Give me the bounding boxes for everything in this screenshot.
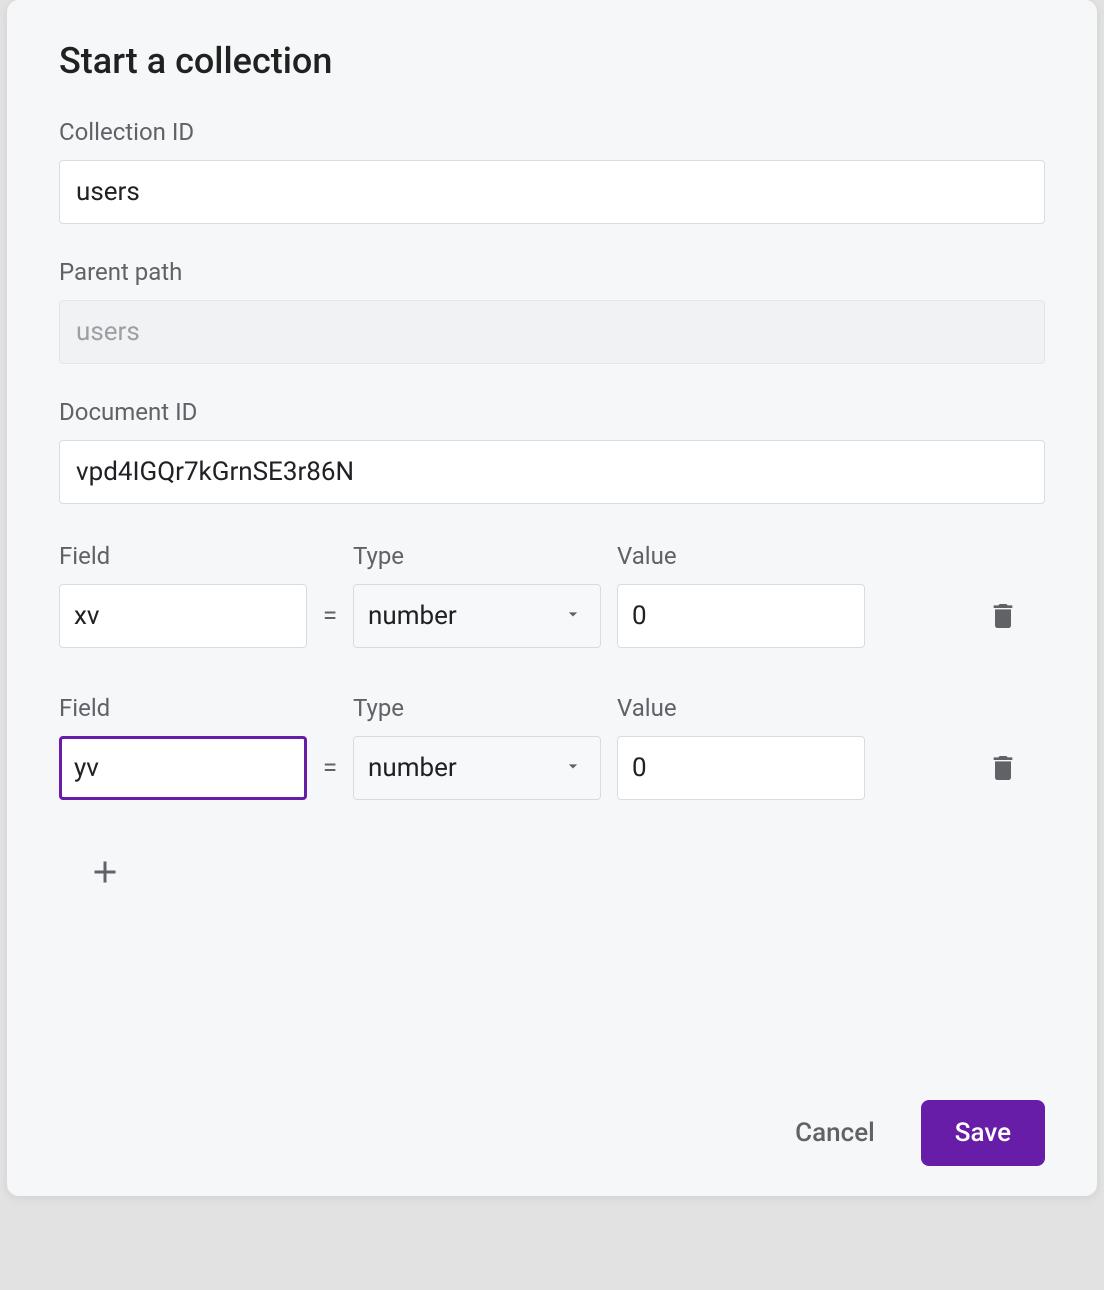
field-block-1: Field Type Value =: [59, 694, 1045, 800]
delete-field-button[interactable]: [979, 592, 1027, 640]
field-type-select[interactable]: [353, 736, 601, 800]
plus-icon: [87, 854, 123, 890]
delete-field-button[interactable]: [979, 744, 1027, 792]
collection-id-input[interactable]: [59, 160, 1045, 224]
equals-sign: =: [307, 753, 353, 783]
parent-path-label: Parent path: [59, 258, 1045, 286]
trash-icon: [987, 752, 1019, 784]
dialog-title: Start a collection: [59, 40, 1045, 82]
field-row: =: [59, 736, 1045, 800]
collection-id-label: Collection ID: [59, 118, 1045, 146]
save-button[interactable]: Save: [921, 1100, 1045, 1166]
field-value-input[interactable]: [617, 736, 865, 800]
add-field-row: [59, 846, 1045, 898]
equals-sign: =: [307, 601, 353, 631]
parent-path-input: [59, 300, 1045, 364]
add-field-button[interactable]: [79, 846, 131, 898]
field-type-select-wrapper: [353, 736, 601, 800]
field-header-value: Value: [617, 694, 865, 722]
field-headers: Field Type Value: [59, 694, 1045, 722]
field-value-input[interactable]: [617, 584, 865, 648]
field-header-type: Type: [353, 694, 601, 722]
dialog-footer: Cancel Save: [59, 1100, 1045, 1166]
field-name-input[interactable]: [59, 736, 307, 800]
parent-path-group: Parent path: [59, 258, 1045, 364]
field-header-field: Field: [59, 694, 307, 722]
field-type-select-wrapper: [353, 584, 601, 648]
trash-icon: [987, 600, 1019, 632]
field-headers: Field Type Value: [59, 542, 1045, 570]
field-header-field: Field: [59, 542, 307, 570]
start-collection-dialog: Start a collection Collection ID Parent …: [7, 0, 1097, 1196]
field-block-0: Field Type Value =: [59, 542, 1045, 648]
document-id-group: Document ID: [59, 398, 1045, 504]
cancel-button[interactable]: Cancel: [787, 1106, 883, 1160]
collection-id-group: Collection ID: [59, 118, 1045, 224]
field-header-value: Value: [617, 542, 865, 570]
field-row: =: [59, 584, 1045, 648]
field-name-input[interactable]: [59, 584, 307, 648]
fields-container: Field Type Value =: [59, 542, 1045, 938]
document-id-label: Document ID: [59, 398, 1045, 426]
field-header-type: Type: [353, 542, 601, 570]
field-type-select[interactable]: [353, 584, 601, 648]
document-id-input[interactable]: [59, 440, 1045, 504]
